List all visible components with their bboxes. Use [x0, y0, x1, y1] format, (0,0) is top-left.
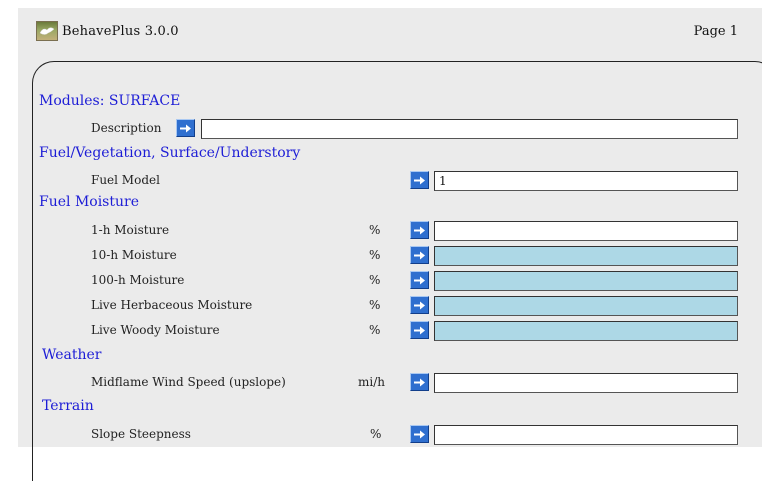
arrow-right-icon [414, 251, 425, 259]
moisture-arrow-button-100h[interactable] [410, 271, 429, 289]
moisture-unit-live-herbaceous: % [369, 298, 381, 312]
moisture-row-1h: 1-h Moisture % [18, 220, 762, 244]
moisture-field-100h[interactable] [434, 271, 738, 291]
moisture-row-live-woody: Live Woody Moisture % [18, 320, 762, 344]
description-label: Description [91, 121, 162, 135]
description-arrow-button[interactable] [176, 119, 195, 137]
moisture-field-10h[interactable] [434, 246, 738, 266]
slope-unit: % [370, 427, 382, 441]
fuel-model-row: Fuel Model [18, 170, 762, 194]
wind-speed-field[interactable] [434, 373, 738, 393]
fuel-model-arrow-button[interactable] [410, 171, 429, 189]
moisture-field-live-herbaceous[interactable] [434, 296, 738, 316]
moisture-label-10h: 10-h Moisture [91, 248, 177, 262]
moisture-unit-live-woody: % [369, 323, 381, 337]
moisture-arrow-button-10h[interactable] [410, 246, 429, 264]
arrow-right-icon [414, 176, 425, 184]
slope-field[interactable] [434, 425, 738, 445]
arrow-right-icon [414, 378, 425, 386]
moisture-label-100h: 100-h Moisture [91, 273, 185, 287]
moisture-label-live-herbaceous: Live Herbaceous Moisture [91, 298, 253, 312]
modules-heading: Modules: SURFACE [39, 93, 181, 109]
wind-speed-row: Midflame Wind Speed (upslope) mi/h [18, 372, 762, 396]
moisture-label-live-woody: Live Woody Moisture [91, 323, 220, 337]
fuel-model-field[interactable] [434, 171, 738, 191]
moisture-arrow-button-live-herbaceous[interactable] [410, 296, 429, 314]
arrow-right-icon [180, 124, 191, 132]
arrow-right-icon [414, 430, 425, 438]
arrow-right-icon [414, 276, 425, 284]
worksheet-page: BehavePlus 3.0.0 Page 1 Modules: SURFACE… [18, 8, 762, 481]
arrow-right-icon [414, 301, 425, 309]
fuel-vegetation-heading: Fuel/Vegetation, Surface/Understory [39, 145, 301, 161]
moisture-unit-100h: % [369, 273, 381, 287]
wind-speed-label: Midflame Wind Speed (upslope) [91, 375, 286, 389]
moisture-row-live-herbaceous: Live Herbaceous Moisture % [18, 295, 762, 319]
arrow-right-icon [414, 226, 425, 234]
moisture-field-1h[interactable] [434, 221, 738, 241]
fuel-model-label: Fuel Model [91, 173, 160, 187]
arrow-right-icon [414, 326, 425, 334]
weather-heading: Weather [42, 347, 102, 363]
description-row: Description [18, 118, 762, 142]
slope-row: Slope Steepness % [18, 424, 762, 448]
moisture-arrow-button-1h[interactable] [410, 221, 429, 239]
description-field[interactable] [201, 119, 738, 139]
moisture-field-live-woody[interactable] [434, 321, 738, 341]
moisture-unit-10h: % [369, 248, 381, 262]
slope-label: Slope Steepness [91, 427, 191, 441]
wind-speed-arrow-button[interactable] [410, 373, 429, 391]
moisture-row-10h: 10-h Moisture % [18, 245, 762, 269]
terrain-heading: Terrain [42, 398, 94, 414]
slope-arrow-button[interactable] [410, 425, 429, 443]
moisture-unit-1h: % [369, 223, 381, 237]
wind-speed-unit: mi/h [358, 375, 385, 389]
worksheet-content: Modules: SURFACE Description Fuel/Vegeta… [18, 8, 762, 447]
moisture-arrow-button-live-woody[interactable] [410, 321, 429, 339]
moisture-row-100h: 100-h Moisture % [18, 270, 762, 294]
fuel-moisture-heading: Fuel Moisture [39, 194, 139, 210]
moisture-label-1h: 1-h Moisture [91, 223, 170, 237]
